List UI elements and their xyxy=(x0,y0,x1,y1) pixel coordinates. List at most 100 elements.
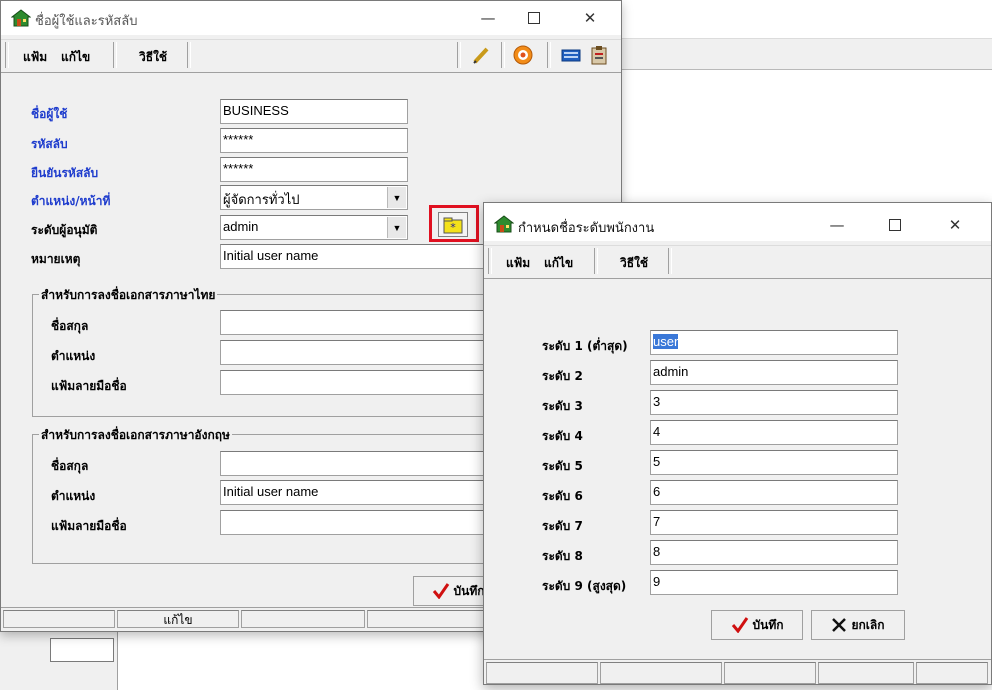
confirm-password-label: ยืนยันรหัสลับ xyxy=(31,166,99,180)
menu-file[interactable]: แฟ้ม xyxy=(23,48,47,67)
chevron-down-icon[interactable]: ▼ xyxy=(387,187,406,208)
menu-file[interactable]: แฟ้ม xyxy=(506,254,530,273)
levels-window-statusbar xyxy=(484,659,991,686)
thai-group-title: สำหรับการลงชื่อเอกสารภาษาไทย xyxy=(39,286,218,305)
status-cell xyxy=(486,662,598,684)
level-3-label: ระดับ 3 xyxy=(542,399,583,413)
english-group-title: สำหรับการลงชื่อเอกสารภาษาอังกฤษ xyxy=(39,426,232,445)
approval-level-select[interactable]: admin ▼ xyxy=(220,215,408,240)
status-cell xyxy=(724,662,816,684)
password-field[interactable]: ****** xyxy=(220,128,408,153)
resize-grip[interactable] xyxy=(916,662,988,684)
close-button[interactable]: ✕ xyxy=(932,203,978,247)
level-4-label: ระดับ 4 xyxy=(542,429,583,443)
user-window-title: ชื่อผู้ใช้และรหัสลับ xyxy=(35,14,138,29)
approval-level-value: admin xyxy=(223,219,259,234)
cancel-button[interactable]: ยกเลิก xyxy=(811,610,905,640)
levels-window-title: กำหนดชื่อระดับพนักงาน xyxy=(518,221,655,236)
level-7-field[interactable]: 7 xyxy=(650,510,898,535)
toolbar-separator xyxy=(5,42,9,68)
highlight-box xyxy=(429,205,479,242)
keyboard-icon[interactable] xyxy=(561,45,581,65)
toolbar-separator xyxy=(113,42,117,68)
english-position-field[interactable]: Initial user name xyxy=(220,480,490,505)
minimize-icon: — xyxy=(480,9,496,27)
status-cell: แก้ไข xyxy=(117,610,239,628)
level-4-field[interactable]: 4 xyxy=(650,420,898,445)
background-titlebar xyxy=(620,0,992,39)
level-6-label: ระดับ 6 xyxy=(542,489,583,503)
position-select[interactable]: ผู้จัดการทั่วไป ▼ xyxy=(220,185,408,210)
pen-icon[interactable] xyxy=(471,45,491,65)
target-icon[interactable] xyxy=(513,45,533,65)
checkmark-icon xyxy=(731,617,748,633)
note-label: หมายเหตุ xyxy=(31,252,81,266)
maximize-icon xyxy=(528,12,540,24)
level-3-field[interactable]: 3 xyxy=(650,390,898,415)
toolbar-separator xyxy=(501,42,505,68)
level-5-field[interactable]: 5 xyxy=(650,450,898,475)
level-6-field[interactable]: 6 xyxy=(650,480,898,505)
clipboard-icon[interactable] xyxy=(589,45,609,65)
level-9-field[interactable]: 9 xyxy=(650,570,898,595)
toolbar-separator xyxy=(187,42,191,68)
chevron-down-icon[interactable]: ▼ xyxy=(387,217,406,238)
position-label: ตำแหน่ง/หน้าที่ xyxy=(31,194,111,208)
username-field[interactable]: BUSINESS xyxy=(220,99,408,124)
employee-levels-window: กำหนดชื่อระดับพนักงาน — ✕ แฟ้ม แก้ไข วิธ… xyxy=(483,202,992,685)
maximize-button[interactable] xyxy=(872,203,918,247)
status-cell xyxy=(600,662,722,684)
close-button[interactable]: ✕ xyxy=(567,1,613,35)
menu-edit[interactable]: แก้ไข xyxy=(544,254,573,273)
minimize-button[interactable]: — xyxy=(465,1,511,35)
thai-signature-field[interactable] xyxy=(220,370,490,395)
thai-position-field[interactable] xyxy=(220,340,490,365)
background-input[interactable] xyxy=(50,638,114,662)
level-9-label: ระดับ 9 (สูงสุด) xyxy=(542,579,627,593)
menu-help[interactable]: วิธีใช้ xyxy=(620,254,648,273)
thai-name-field[interactable] xyxy=(220,310,490,335)
toolbar-separator xyxy=(488,248,492,274)
close-icon: ✕ xyxy=(948,216,962,234)
maximize-button[interactable] xyxy=(511,1,557,35)
thai-name-label: ชื่อสกุล xyxy=(51,319,89,333)
level-2-label: ระดับ 2 xyxy=(542,369,583,383)
menu-help[interactable]: วิธีใช้ xyxy=(139,48,167,67)
menu-edit[interactable]: แก้ไข xyxy=(61,48,90,67)
position-select-value: ผู้จัดการทั่วไป xyxy=(223,192,300,207)
username-label: ชื่อผู้ใช้ xyxy=(31,107,68,121)
level-2-field[interactable]: admin xyxy=(650,360,898,385)
level-7-label: ระดับ 7 xyxy=(542,519,583,533)
toolbar-separator xyxy=(457,42,461,68)
toolbar-separator xyxy=(668,248,672,274)
save-button[interactable]: บันทึก xyxy=(711,610,803,640)
status-cell xyxy=(3,610,115,628)
level-1-label: ระดับ 1 (ต่ำสุด) xyxy=(542,339,628,353)
status-cell xyxy=(818,662,914,684)
thai-signature-label: แฟ้มลายมือชื่อ xyxy=(51,379,127,393)
level-8-label: ระดับ 8 xyxy=(542,549,583,563)
toolbar-separator xyxy=(594,248,598,274)
english-signature-label: แฟ้มลายมือชื่อ xyxy=(51,519,127,533)
app-house-icon xyxy=(494,215,514,233)
minimize-button[interactable]: — xyxy=(814,203,860,247)
cross-icon xyxy=(832,618,847,632)
level-5-label: ระดับ 5 xyxy=(542,459,583,473)
user-window-toolbar: แฟ้ม แก้ไข วิธีใช้ xyxy=(1,39,621,73)
maximize-icon xyxy=(889,219,901,231)
english-signature-field[interactable] xyxy=(220,510,490,535)
english-name-label: ชื่อสกุล xyxy=(51,459,89,473)
thai-position-label: ตำแหน่ง xyxy=(51,349,96,363)
status-cell xyxy=(241,610,365,628)
level-8-field[interactable]: 8 xyxy=(650,540,898,565)
confirm-password-field[interactable]: ****** xyxy=(220,157,408,182)
level-1-field[interactable]: user xyxy=(650,330,898,355)
checkmark-icon xyxy=(432,583,449,599)
level-1-value: user xyxy=(653,334,679,349)
english-name-field[interactable] xyxy=(220,451,490,476)
approval-level-label: ระดับผู้อนุมัติ xyxy=(31,223,98,237)
status-cell xyxy=(367,610,485,628)
save-button-label: บันทึก xyxy=(453,583,485,598)
user-window-titlebar: ชื่อผู้ใช้และรหัสลับ — ✕ xyxy=(1,1,621,35)
note-field[interactable]: Initial user name xyxy=(220,244,490,269)
